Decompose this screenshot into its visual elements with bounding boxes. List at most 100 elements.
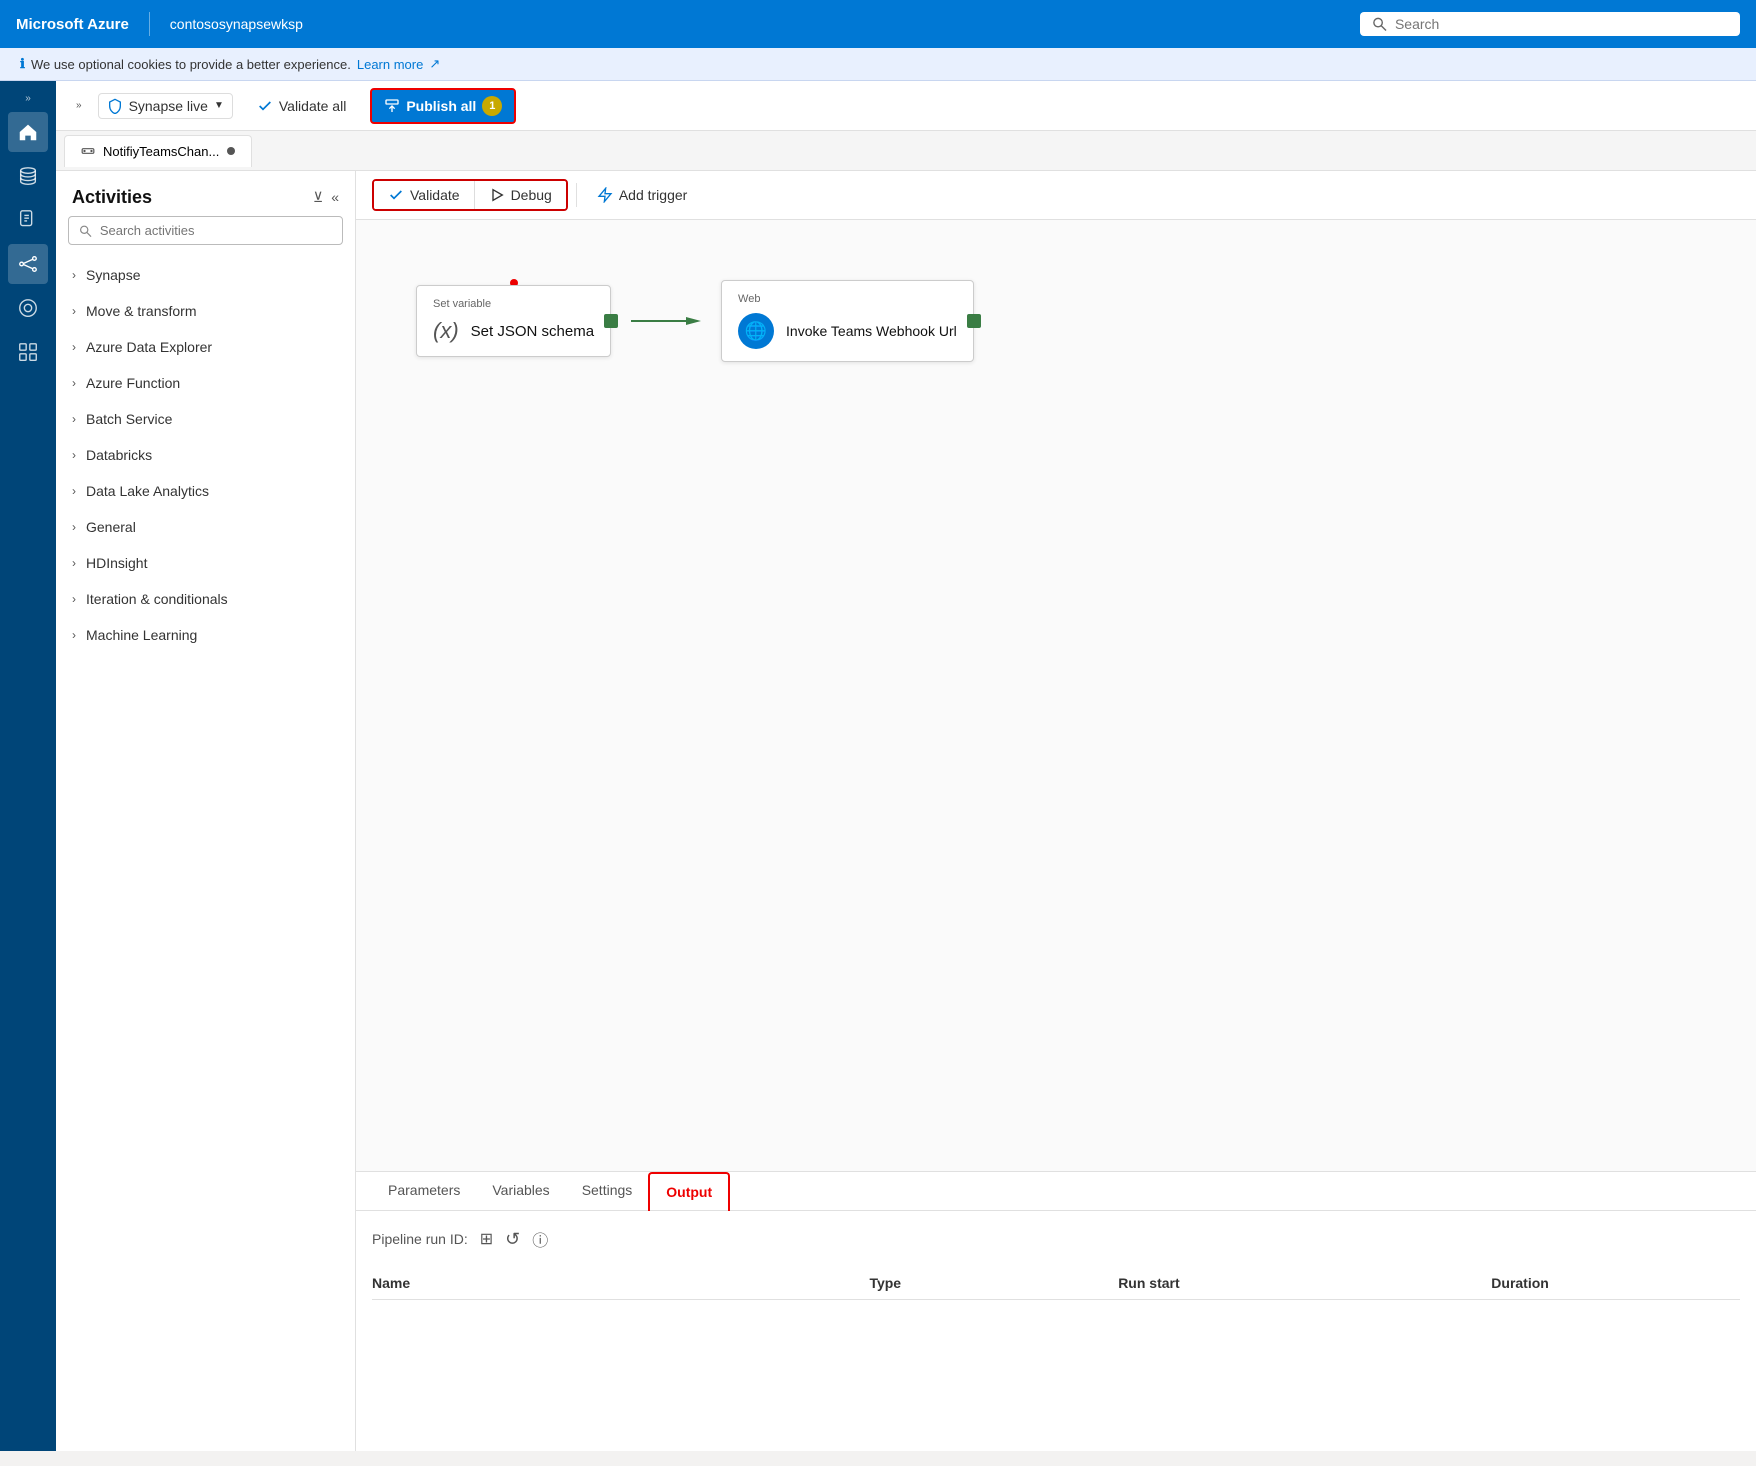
node1-header: Set variable — [433, 298, 594, 310]
pipeline-nodes: Set variable (x) Set JSON schema — [416, 280, 974, 362]
activity-item-10[interactable]: › Machine Learning — [56, 617, 355, 653]
col-header-type: Type — [869, 1275, 1118, 1291]
col-header-duration: Duration — [1491, 1275, 1740, 1291]
shield-icon — [107, 98, 123, 114]
validate-button[interactable]: Validate — [374, 181, 474, 209]
validate-label: Validate — [410, 187, 460, 203]
content-area: » Synapse live ▼ Validate all — [56, 81, 1756, 1451]
external-link-icon: ↗ — [429, 56, 440, 72]
web-node[interactable]: Web 🌐 Invoke Teams Webhook Url — [721, 280, 974, 362]
activity-label: Azure Function — [86, 375, 180, 391]
bottom-tab-variables[interactable]: Variables — [476, 1172, 565, 1210]
activity-item-5[interactable]: › Databricks — [56, 437, 355, 473]
top-bar: Microsoft Azure contososynapsewksp — [0, 0, 1756, 48]
nav-integration[interactable] — [8, 244, 48, 284]
activity-label: Move & transform — [86, 303, 196, 319]
table-header: Name Type Run start Duration — [372, 1267, 1740, 1300]
chevron-right-icon: › — [72, 304, 76, 318]
col-header-run-start: Run start — [1118, 1275, 1491, 1291]
nav-manage[interactable] — [8, 332, 48, 372]
publish-all-button[interactable]: Publish all 1 — [370, 88, 516, 124]
activity-item-1[interactable]: › Move & transform — [56, 293, 355, 329]
activity-item-8[interactable]: ›HDInsight — [56, 545, 355, 581]
activity-label: Iteration & conditionals — [86, 591, 228, 607]
pipeline-info-icon[interactable]: ⓘ — [532, 1227, 548, 1251]
brand-logo: Microsoft Azure — [16, 16, 129, 33]
pipeline-tab-icon — [81, 144, 95, 158]
activity-item-6[interactable]: ›Data Lake Analytics — [56, 473, 355, 509]
node1-connector-right — [604, 314, 618, 328]
database-icon — [17, 165, 39, 187]
debug-label: Debug — [511, 187, 552, 203]
node2-body: 🌐 Invoke Teams Webhook Url — [738, 313, 957, 349]
chevron-right-icon: › — [72, 268, 76, 282]
bottom-tab-output[interactable]: Output — [648, 1172, 730, 1211]
activity-item-2[interactable]: ›Azure Data Explorer — [56, 329, 355, 365]
set-variable-node[interactable]: Set variable (x) Set JSON schema — [416, 285, 611, 357]
activity-label: Machine Learning — [86, 627, 197, 643]
activity-item-3[interactable]: ›Azure Function — [56, 365, 355, 401]
validate-debug-group: Validate Debug — [372, 179, 568, 211]
synapse-live-button[interactable]: Synapse live ▼ — [98, 93, 233, 119]
bottom-tab-settings[interactable]: Settings — [566, 1172, 649, 1210]
add-trigger-button[interactable]: Add trigger — [585, 181, 699, 209]
main-toolbar: » Synapse live ▼ Validate all — [56, 81, 1756, 131]
search-activities-icon — [79, 224, 92, 238]
activity-label: Batch Service — [86, 411, 172, 427]
activity-label: Data Lake Analytics — [86, 483, 209, 499]
chevron-right-icon: › — [72, 556, 76, 570]
main-layout: » — [0, 81, 1756, 1451]
document-icon — [17, 209, 39, 231]
left-nav: » — [0, 81, 56, 1451]
debug-icon — [489, 187, 505, 203]
activity-label: General — [86, 519, 136, 535]
bottom-panel: ParametersVariablesSettingsOutput Pipeli… — [356, 1171, 1756, 1451]
search-box[interactable] — [1360, 12, 1740, 36]
search-activities-box[interactable] — [68, 216, 343, 245]
search-input[interactable] — [1395, 16, 1728, 32]
learn-more-link[interactable]: Learn more — [357, 57, 423, 72]
bottom-tab-parameters[interactable]: Parameters — [372, 1172, 476, 1210]
set-variable-icon: (x) — [433, 318, 459, 344]
pipeline-run-id-icon[interactable]: ⊞ — [480, 1229, 493, 1249]
validate-all-label: Validate all — [279, 98, 346, 114]
col-header-name: Name — [372, 1275, 869, 1291]
tab-bar: NotifiyTeamsChan... — [56, 131, 1756, 171]
top-bar-divider — [149, 12, 150, 36]
activities-list: ›Synapse›Move & transform›Azure Data Exp… — [56, 257, 355, 1451]
chevron-right-icon: › — [72, 628, 76, 642]
pipeline-toolbar: Validate Debug — [356, 171, 1756, 220]
chevron-right-icon: › — [72, 520, 76, 534]
activity-label: Azure Data Explorer — [86, 339, 212, 355]
chevron-right-icon: › — [72, 448, 76, 462]
trigger-icon — [597, 187, 613, 203]
nav-monitor[interactable] — [8, 288, 48, 328]
tab-unsaved-dot — [227, 147, 235, 155]
activity-item-9[interactable]: › Iteration & conditionals — [56, 581, 355, 617]
search-activities-input[interactable] — [100, 223, 332, 238]
search-icon — [1372, 16, 1387, 32]
manage-icon — [17, 341, 39, 363]
activity-item-4[interactable]: ›Batch Service — [56, 401, 355, 437]
nav-database[interactable] — [8, 156, 48, 196]
collapse-icon[interactable]: ⊻ — [313, 189, 323, 206]
node2-connector-right — [967, 314, 981, 328]
nav-expand-btn[interactable]: » — [21, 89, 35, 108]
nav-home[interactable] — [8, 112, 48, 152]
pipeline-container: Activities ⊻ « ›Synapse›Move & transform — [56, 171, 1756, 1451]
activity-item-7[interactable]: › General — [56, 509, 355, 545]
publish-icon — [384, 98, 400, 114]
node2-header: Web — [738, 293, 957, 305]
activity-item-0[interactable]: ›Synapse — [56, 257, 355, 293]
nav-document[interactable] — [8, 200, 48, 240]
validate-all-button[interactable]: Validate all — [245, 92, 358, 120]
close-activities-icon[interactable]: « — [331, 189, 339, 206]
chevron-right-icon: › — [72, 592, 76, 606]
activity-label: Databricks — [86, 447, 152, 463]
debug-button[interactable]: Debug — [474, 181, 566, 209]
pipeline-tab[interactable]: NotifiyTeamsChan... — [64, 135, 252, 167]
chevron-down-icon: ▼ — [214, 100, 224, 111]
toolbar-expand[interactable]: » — [72, 96, 86, 115]
integration-icon — [17, 253, 39, 275]
pipeline-refresh-icon[interactable]: ↺ — [505, 1229, 520, 1250]
